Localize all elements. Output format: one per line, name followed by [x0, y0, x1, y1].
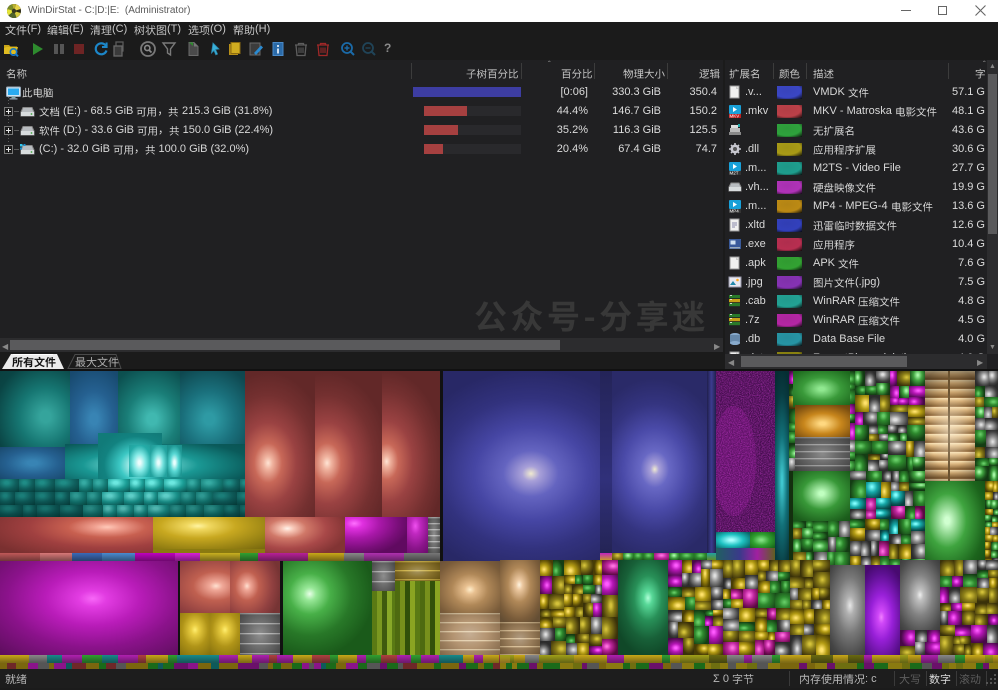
svg-text:M2T: M2T	[730, 171, 739, 175]
svg-text:MKV: MKV	[730, 114, 740, 118]
svg-text:MP4: MP4	[730, 209, 740, 213]
